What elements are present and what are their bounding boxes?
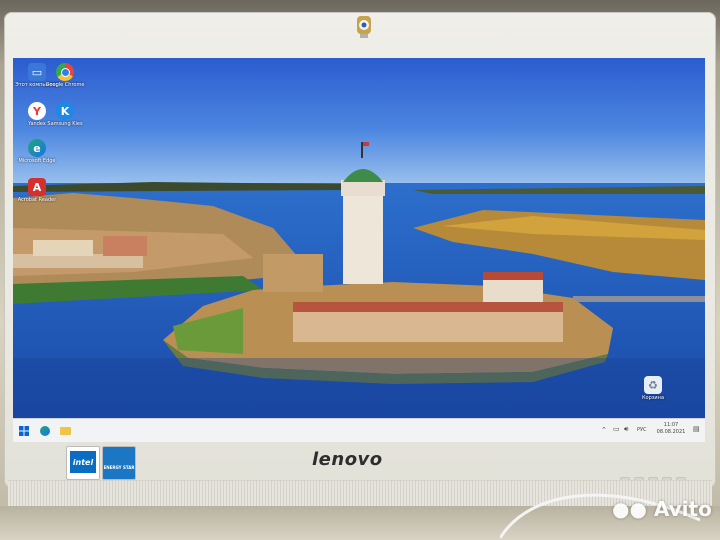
brand-logo: lenovo [312,449,383,470]
clock-time: 11:07 [663,422,679,428]
kies-icon: K [56,102,74,120]
desktop-wallpaper [13,58,705,418]
taskbar: ⌃ ▭ 🔊︎ РУС 11:07 08.08.2021 ▤ [13,418,705,442]
notifications-icon[interactable]: ▤ [693,426,700,433]
windows-icon [19,426,29,436]
watermark-icon: ●● [612,497,647,521]
volume-icon[interactable]: 🔊︎ [624,426,628,433]
taskbar-explorer-button[interactable] [57,424,73,438]
avito-watermark: ●● Avito [612,497,712,521]
energy-star-logo: ENERGY STAR [103,465,135,470]
tray-chevron-icon[interactable]: ⌃ [601,427,607,434]
language-indicator[interactable]: РУС [637,427,647,434]
recycle-bin-icon: ♻ [644,376,662,394]
desktop-icon-recycle-bin[interactable]: ♻ Корзина [631,376,675,401]
energy-star-sticker: ENERGY STAR [102,446,136,480]
clock[interactable]: 11:07 08.08.2021 [653,422,689,436]
webcam-icon [357,16,371,38]
intel-logo: intel [70,451,96,473]
edge-icon [40,426,50,436]
folder-icon [59,427,71,435]
desktop-icon-edge[interactable]: e Microsoft Edge [15,139,59,164]
network-icon[interactable]: ▭ [613,426,620,433]
monitor-screen: ▭ Этот компьютер Google Chrome Y Yandex … [13,58,705,442]
start-button[interactable] [17,424,31,438]
edge-icon: e [28,139,46,157]
taskbar-edge-button[interactable] [37,424,53,438]
chrome-icon [56,63,74,81]
intel-sticker: intel [66,446,100,480]
desktop-icon-samsung-kies[interactable]: K Samsung Kies [43,102,87,127]
acrobat-icon: A [28,178,46,196]
desktop-icon-chrome[interactable]: Google Chrome [43,63,87,88]
clock-date: 08.08.2021 [656,429,686,435]
desktop-icon-acrobat[interactable]: A Acrobat Reader [15,178,59,203]
